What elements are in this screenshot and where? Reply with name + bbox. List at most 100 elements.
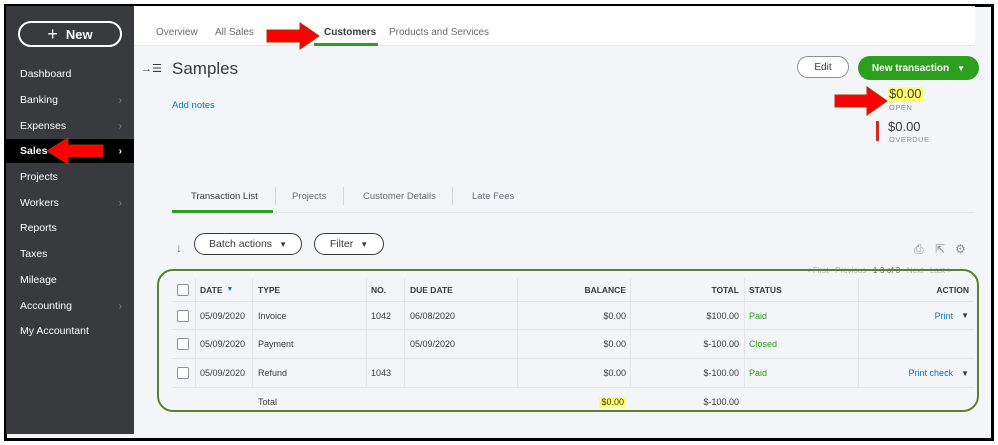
new-button-label: New (65, 26, 93, 42)
row-checkbox-cell[interactable] (177, 302, 191, 329)
checkbox[interactable] (177, 283, 189, 296)
cell-due-date: 06/08/2020 (410, 310, 456, 321)
column-divider (252, 278, 253, 301)
column-header-no[interactable]: NO. (371, 278, 401, 301)
column-header-total[interactable]: TOTAL (634, 278, 739, 301)
cell-type: Invoice (258, 310, 287, 321)
sidebar-item-label: Banking (20, 94, 58, 106)
pager-first[interactable]: < First (806, 266, 828, 275)
overdue-label: OVERDUE (889, 135, 930, 144)
filter-button[interactable]: Filter ▼ (314, 233, 384, 255)
column-divider (517, 359, 518, 387)
tab-transaction-list[interactable]: Transaction List (191, 191, 258, 202)
column-divider (404, 330, 405, 358)
sidebar-item-projects[interactable]: Projects (6, 165, 134, 189)
column-header-due-date[interactable]: DUE DATE (410, 278, 510, 301)
tab-overview[interactable]: Overview (156, 27, 198, 38)
sidebar-item-expenses[interactable]: Expenses › (6, 114, 134, 138)
column-header-status[interactable]: STATUS (749, 278, 849, 301)
pager-previous[interactable]: Previous (835, 266, 866, 275)
checkbox[interactable] (177, 309, 189, 322)
column-header-date[interactable]: DATE ▼ (200, 278, 252, 301)
total-balance-cell: $0.00 (522, 388, 626, 415)
column-divider (404, 359, 405, 387)
new-transaction-button[interactable]: New transaction ▼ (858, 56, 979, 80)
column-divider (630, 278, 631, 301)
column-divider (195, 359, 196, 387)
caret-down-icon: ▼ (360, 239, 369, 249)
tab-customers[interactable]: Customers (324, 27, 376, 38)
sidebar-item-mileage[interactable]: Mileage (6, 268, 134, 292)
select-all-checkbox[interactable] (177, 278, 191, 301)
chevron-right-icon: › (118, 94, 122, 106)
tab-separator (452, 187, 453, 205)
sidebar-item-workers[interactable]: Workers › (6, 191, 134, 215)
column-divider (630, 330, 631, 358)
cell-status: Closed (749, 339, 778, 349)
sidebar-item-label: Workers (20, 197, 59, 209)
table-row[interactable]: 05/09/2020 Invoice 1042 06/08/2020 $0.00… (172, 302, 974, 330)
new-transaction-label: New transaction (871, 62, 950, 74)
sidebar-item-label: Projects (20, 171, 58, 183)
sidebar-item-reports[interactable]: Reports (6, 216, 134, 240)
tab-all-sales[interactable]: All Sales (215, 27, 254, 38)
tab-products-and-services[interactable]: Products and Services (389, 27, 489, 38)
sort-arrow-icon[interactable]: ↓ (176, 241, 182, 255)
tab-customer-details[interactable]: Customer Details (363, 191, 436, 202)
pager-range: 1-3 of 3 (872, 266, 901, 275)
filter-label: Filter (329, 238, 354, 250)
add-notes-link[interactable]: Add notes (172, 100, 215, 111)
sidebar-item-dashboard[interactable]: Dashboard (6, 62, 134, 86)
checkbox[interactable] (177, 338, 189, 350)
sidebar-item-banking[interactable]: Banking › (6, 88, 134, 112)
table-row[interactable]: 05/09/2020 Refund 1043 $0.00 $-100.00 Pa… (172, 359, 974, 388)
tab-separator (343, 187, 344, 205)
caret-down-icon[interactable]: ▼ (961, 311, 969, 320)
cell-balance: $0.00 (603, 310, 626, 321)
print-action-link[interactable]: Print (935, 311, 954, 321)
column-divider (195, 330, 196, 358)
new-button[interactable]: + New (18, 21, 122, 47)
sidebar-item-label: Expenses (20, 120, 67, 132)
batch-actions-button[interactable]: Batch actions ▼ (194, 233, 302, 255)
column-divider (366, 278, 367, 301)
sidebar-item-my-accountant[interactable]: My Accountant (6, 319, 134, 343)
cell-no: 1043 (371, 368, 392, 378)
collapse-panel-icon[interactable]: →☰ (141, 62, 162, 75)
active-tab-indicator (314, 43, 378, 46)
checkbox[interactable] (177, 367, 189, 379)
caret-down-icon: ▼ (279, 239, 287, 249)
pager-next[interactable]: Next (907, 266, 923, 275)
open-balance-label: OPEN (889, 103, 913, 112)
sidebar-item-label: Sales (20, 145, 48, 157)
chevron-right-icon: › (118, 300, 122, 312)
edit-button[interactable]: Edit (797, 56, 849, 78)
column-divider (744, 359, 745, 387)
caret-down-icon[interactable]: ▼ (961, 369, 969, 378)
cell-balance: $0.00 (603, 339, 626, 349)
cell-date: 05/09/2020 (200, 339, 246, 349)
cell-type: Refund (258, 368, 288, 378)
sidebar-item-sales[interactable]: Sales › (6, 139, 134, 163)
column-divider (404, 302, 405, 329)
sidebar-item-accounting[interactable]: Accounting › (6, 294, 134, 318)
print-check-action-link[interactable]: Print check (909, 368, 954, 378)
tab-projects[interactable]: Projects (292, 191, 326, 202)
column-divider (252, 302, 253, 329)
column-header-balance[interactable]: BALANCE (522, 278, 626, 301)
pager-last[interactable]: Last > (930, 266, 952, 275)
export-icon[interactable]: ⇱ (935, 242, 945, 256)
table-row[interactable]: 05/09/2020 Payment 05/09/2020 $0.00 $-10… (172, 330, 974, 359)
gear-icon[interactable]: ⚙ (955, 242, 966, 256)
sidebar-item-taxes[interactable]: Taxes (6, 242, 134, 266)
row-checkbox-cell[interactable] (177, 330, 191, 358)
column-header-type[interactable]: TYPE (258, 278, 358, 301)
column-divider (517, 278, 518, 301)
print-icon[interactable]: ⎙ (914, 242, 924, 257)
subtab-baseline (172, 212, 974, 213)
row-checkbox-cell[interactable] (177, 359, 191, 387)
sidebar-item-label: Reports (20, 222, 57, 234)
pagination: < First Previous 1-3 of 3 Next Last > (806, 266, 952, 275)
top-tab-bar: Overview All Sales Customers Products an… (134, 6, 975, 46)
tab-late-fees[interactable]: Late Fees (472, 191, 514, 202)
